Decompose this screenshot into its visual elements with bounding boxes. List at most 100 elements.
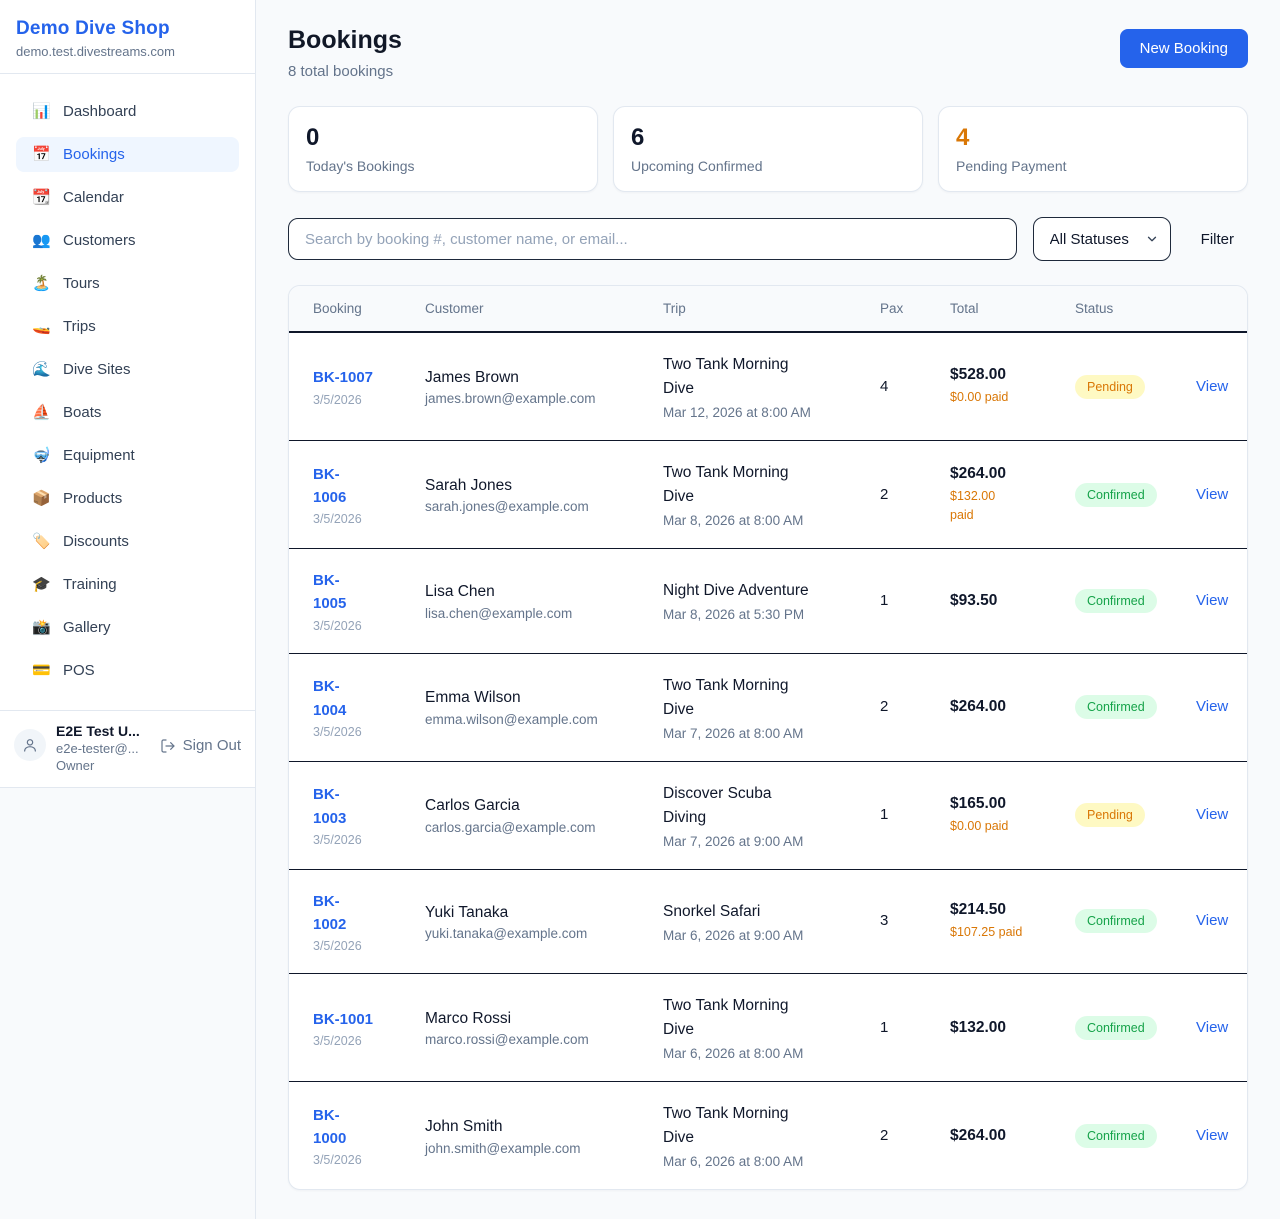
status-badge: Pending — [1075, 375, 1145, 399]
stat-card: 4 Pending Payment — [938, 106, 1248, 192]
booking-number-link[interactable]: BK-1007 — [313, 366, 373, 389]
trip-datetime: Mar 8, 2026 at 5:30 PM — [663, 607, 866, 622]
view-link[interactable]: View — [1196, 486, 1228, 503]
customer-email: marco.rossi@example.com — [425, 1032, 649, 1047]
page-subtitle: 8 total bookings — [288, 63, 402, 80]
sidebar-item-discounts[interactable]: 🏷️ Discounts — [16, 524, 239, 559]
booking-number-link[interactable]: BK- 1004 — [313, 675, 346, 722]
trip-name: Two Tank Morning Dive — [663, 461, 866, 509]
sidebar-panel: Demo Dive Shop demo.test.divestreams.com… — [0, 0, 255, 788]
sidebar-item-bookings[interactable]: 📅 Bookings — [16, 137, 239, 172]
island-icon: 🏝️ — [32, 276, 50, 291]
pax-count: 4 — [880, 378, 888, 395]
new-booking-button[interactable]: New Booking — [1120, 29, 1248, 68]
sidebar-item-label: Discounts — [63, 533, 129, 550]
calendar-date-icon: 📅 — [32, 147, 50, 162]
total-amount: $165.00 — [950, 795, 1061, 813]
sidebar-item-gallery[interactable]: 📸 Gallery — [16, 610, 239, 645]
sidebar-item-trips[interactable]: 🚤 Trips — [16, 309, 239, 344]
total-amount: $264.00 — [950, 698, 1061, 716]
customer-email: lisa.chen@example.com — [425, 606, 649, 621]
trip-name: Night Dive Adventure — [663, 579, 866, 603]
pax-count: 1 — [880, 806, 888, 823]
sidebar-item-tours[interactable]: 🏝️ Tours — [16, 266, 239, 301]
stat-cards: 0 Today's Bookings 6 Upcoming Confirmed … — [288, 106, 1248, 192]
sidebar-item-customers[interactable]: 👥 Customers — [16, 223, 239, 258]
bookings-table: Booking Customer Trip Pax Total Status B… — [289, 286, 1247, 1189]
sidebar-item-label: Customers — [63, 232, 136, 249]
sidebar-item-products[interactable]: 📦 Products — [16, 481, 239, 516]
camera-icon: 📸 — [32, 620, 50, 635]
view-link[interactable]: View — [1196, 912, 1228, 929]
sidebar-item-boats[interactable]: ⛵ Boats — [16, 395, 239, 430]
user-meta: E2E Test U... e2e-tester@... Owner Sign … — [56, 723, 241, 773]
pax-count: 1 — [880, 1019, 888, 1036]
table-row: BK- 1006 3/5/2026 Sarah Jones sarah.jone… — [289, 441, 1247, 549]
filter-bar: All Statuses Filter — [288, 217, 1248, 261]
view-link[interactable]: View — [1196, 378, 1228, 395]
status-badge: Confirmed — [1075, 1016, 1157, 1040]
paid-amount: $0.00 paid — [950, 388, 1061, 407]
total-amount: $528.00 — [950, 366, 1061, 384]
sidebar-item-label: Dive Sites — [63, 361, 131, 378]
sidebar-item-dashboard[interactable]: 📊 Dashboard — [16, 94, 239, 129]
sidebar-item-pos[interactable]: 💳 POS — [16, 653, 239, 688]
status-select[interactable]: All Statuses — [1033, 217, 1171, 261]
stat-value: 6 — [631, 124, 905, 152]
paid-amount: $107.25 paid — [950, 923, 1061, 942]
pax-count: 3 — [880, 912, 888, 929]
view-link[interactable]: View — [1196, 806, 1228, 823]
view-link[interactable]: View — [1196, 1019, 1228, 1036]
col-header-actions — [1196, 286, 1247, 332]
booking-number-link[interactable]: BK- 1000 — [313, 1104, 346, 1151]
customer-name: Lisa Chen — [425, 581, 649, 603]
total-amount: $264.00 — [950, 465, 1061, 483]
stat-label: Upcoming Confirmed — [631, 158, 905, 174]
sidebar-item-training[interactable]: 🎓 Training — [16, 567, 239, 602]
status-badge: Confirmed — [1075, 695, 1157, 719]
filter-button[interactable]: Filter — [1187, 223, 1248, 256]
sidebar-item-label: Bookings — [63, 146, 125, 163]
col-header-status: Status — [1075, 286, 1196, 332]
search-input[interactable] — [288, 218, 1017, 260]
tag-icon: 🏷️ — [32, 534, 50, 549]
status-badge: Confirmed — [1075, 909, 1157, 933]
customer-email: john.smith@example.com — [425, 1141, 649, 1156]
status-badge: Confirmed — [1075, 483, 1157, 507]
stat-card: 6 Upcoming Confirmed — [613, 106, 923, 192]
trip-name: Two Tank Morning Dive — [663, 353, 866, 401]
booking-number-link[interactable]: BK- 1006 — [313, 463, 346, 510]
wave-icon: 🌊 — [32, 362, 50, 377]
user-box: E2E Test U... e2e-tester@... Owner Sign … — [0, 710, 255, 787]
sidebar: Demo Dive Shop demo.test.divestreams.com… — [0, 0, 256, 1219]
user-role: Owner — [56, 758, 140, 773]
booking-date: 3/5/2026 — [313, 1153, 411, 1167]
table-row: BK- 1000 3/5/2026 John Smith john.smith@… — [289, 1082, 1247, 1190]
booking-date: 3/5/2026 — [313, 725, 411, 739]
booking-date: 3/5/2026 — [313, 512, 411, 526]
trip-datetime: Mar 7, 2026 at 9:00 AM — [663, 834, 866, 849]
pax-count: 2 — [880, 1127, 888, 1144]
customer-name: John Smith — [425, 1116, 649, 1138]
sidebar-item-label: POS — [63, 662, 95, 679]
paid-amount: $132.00 paid — [950, 487, 1061, 525]
sidebar-item-dive-sites[interactable]: 🌊 Dive Sites — [16, 352, 239, 387]
total-amount: $264.00 — [950, 1127, 1061, 1145]
table-row: BK- 1003 3/5/2026 Carlos Garcia carlos.g… — [289, 761, 1247, 869]
booking-number-link[interactable]: BK- 1005 — [313, 569, 346, 616]
table-row: BK- 1002 3/5/2026 Yuki Tanaka yuki.tanak… — [289, 869, 1247, 974]
sidebar-item-calendar[interactable]: 📆 Calendar — [16, 180, 239, 215]
view-link[interactable]: View — [1196, 698, 1228, 715]
customer-email: carlos.garcia@example.com — [425, 820, 649, 835]
stat-value: 4 — [956, 124, 1230, 152]
customer-name: Emma Wilson — [425, 687, 649, 709]
view-link[interactable]: View — [1196, 592, 1228, 609]
sign-out-button[interactable]: Sign Out — [160, 737, 241, 754]
sidebar-nav: 📊 Dashboard 📅 Bookings 📆 Calendar 👥 Cust… — [0, 74, 255, 710]
booking-number-link[interactable]: BK-1001 — [313, 1008, 373, 1031]
booking-number-link[interactable]: BK- 1002 — [313, 890, 346, 937]
sidebar-item-equipment[interactable]: 🤿 Equipment — [16, 438, 239, 473]
booking-number-link[interactable]: BK- 1003 — [313, 783, 346, 830]
booking-date: 3/5/2026 — [313, 393, 411, 407]
view-link[interactable]: View — [1196, 1127, 1228, 1144]
